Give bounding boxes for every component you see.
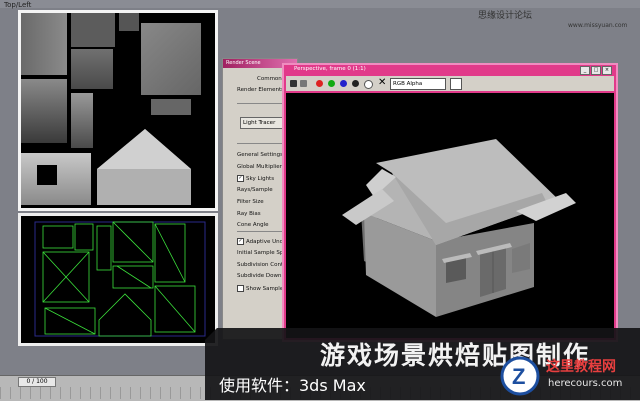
texture-gable bbox=[97, 129, 191, 205]
viewport-label: Top/Left bbox=[4, 1, 32, 9]
initial-sample-label: Initial Sample Spa bbox=[237, 250, 287, 256]
texture-block bbox=[71, 93, 93, 148]
show-samples-checkbox[interactable]: Show Sample bbox=[237, 285, 283, 292]
texture-block bbox=[71, 13, 115, 47]
maximize-button[interactable]: □ bbox=[591, 66, 601, 75]
rendered-house bbox=[342, 139, 576, 317]
watermark-site: 思缘设计论坛 bbox=[478, 11, 533, 21]
viewport-top-bar bbox=[0, 0, 640, 8]
subdivide-down-label: Subdivide Down bbox=[237, 273, 282, 279]
green-channel-icon[interactable] bbox=[328, 80, 335, 87]
alpha-channel-icon[interactable] bbox=[352, 80, 359, 87]
uv-layout-viewport[interactable] bbox=[18, 213, 218, 346]
banner-subtitle: 使用软件：3ds Max bbox=[219, 376, 366, 395]
general-settings-label: General Settings bbox=[237, 152, 283, 158]
ray-bias-label: Ray Bias bbox=[237, 211, 261, 217]
check-icon: ✓ bbox=[237, 238, 244, 245]
tab-common[interactable]: Common bbox=[257, 76, 282, 82]
mono-icon[interactable] bbox=[364, 80, 373, 89]
texture-block bbox=[21, 13, 67, 75]
minimize-button[interactable]: _ bbox=[580, 66, 590, 75]
close-button[interactable]: × bbox=[602, 66, 612, 75]
texture-block bbox=[119, 13, 139, 31]
site-logo-icon: Z bbox=[500, 356, 540, 396]
tab-render-elements[interactable]: Render Elements bbox=[237, 87, 284, 93]
clear-icon[interactable]: ✕ bbox=[378, 77, 386, 88]
rays-sample-label: Rays/Sample bbox=[237, 187, 273, 193]
texture-block bbox=[151, 99, 191, 115]
adaptive-checkbox[interactable]: ✓ Adaptive Under bbox=[237, 238, 289, 245]
render-frame-toolbar: ✕ RGB Alpha bbox=[286, 76, 614, 91]
advanced-lighting-dropdown[interactable]: Light Tracer bbox=[240, 117, 286, 129]
channel-select[interactable]: RGB Alpha bbox=[390, 78, 446, 90]
render-output bbox=[286, 93, 614, 338]
time-slider[interactable]: 0 / 100 bbox=[18, 377, 56, 387]
uv-wireframe bbox=[34, 221, 206, 337]
subdivision-contrast-label: Subdivision Contr bbox=[237, 262, 286, 268]
texture-block bbox=[71, 49, 113, 89]
render-frame-window[interactable]: Perspective, frame 0 (1:1) _ □ × ✕ RGB A… bbox=[282, 63, 618, 342]
logo-name: 这里教程网 bbox=[546, 359, 616, 375]
color-swatch[interactable] bbox=[450, 78, 462, 90]
render-frame-title[interactable]: Perspective, frame 0 (1:1) bbox=[284, 65, 616, 74]
checkbox-icon bbox=[237, 285, 244, 292]
blue-channel-icon[interactable] bbox=[340, 80, 347, 87]
check-icon: ✓ bbox=[237, 175, 244, 182]
logo-url: herecours.com bbox=[548, 378, 623, 389]
texture-block bbox=[21, 79, 67, 143]
cone-angle-label: Cone Angle bbox=[237, 222, 269, 228]
texture-window bbox=[37, 165, 57, 185]
watermark-url: www.missyuan.com bbox=[568, 22, 628, 29]
global-multiplier-label: Global Multiplier bbox=[237, 164, 282, 170]
sky-lights-checkbox[interactable]: ✓ Sky Lights bbox=[237, 175, 274, 182]
texture-block bbox=[141, 23, 201, 95]
svg-text:Z: Z bbox=[512, 364, 525, 389]
red-channel-icon[interactable] bbox=[316, 80, 323, 87]
filter-size-label: Filter Size bbox=[237, 199, 264, 205]
save-icon[interactable] bbox=[290, 80, 297, 87]
baked-texture-viewport[interactable] bbox=[18, 10, 218, 211]
clone-icon[interactable] bbox=[300, 80, 307, 87]
